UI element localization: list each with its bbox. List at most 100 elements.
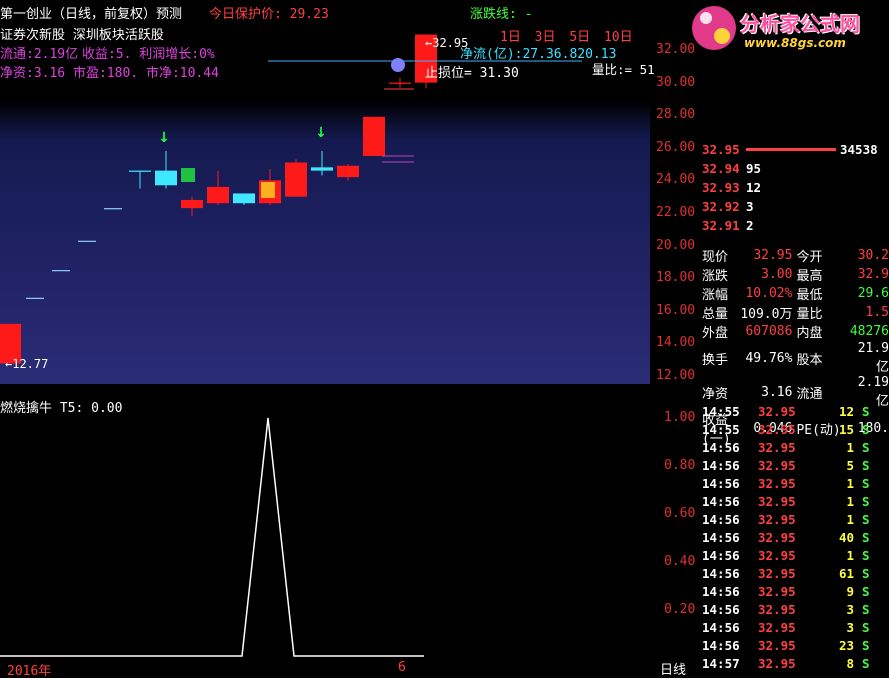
candle[interactable] bbox=[337, 164, 359, 181]
candle[interactable] bbox=[363, 116, 385, 156]
ask-bar bbox=[746, 140, 840, 159]
candle-body bbox=[155, 170, 177, 186]
tick-volume: 9 bbox=[846, 583, 854, 599]
tick-row: 14:56 32.95 61 S bbox=[702, 564, 870, 582]
candle[interactable] bbox=[129, 170, 151, 189]
buy-arrow-icon: ↓ bbox=[158, 130, 170, 146]
tick-time: 14:56 bbox=[702, 547, 740, 563]
volume-ratio: 量比:= 51 bbox=[592, 62, 655, 77]
tick-price: 32.95 bbox=[758, 475, 796, 491]
tick-price: 32.95 bbox=[758, 421, 796, 437]
bid-volume: 2 bbox=[746, 218, 754, 233]
candle-body bbox=[52, 270, 70, 272]
quote-row: 换手 49.76% 股本 21.9亿 bbox=[702, 341, 889, 375]
tick-side: S bbox=[862, 439, 870, 455]
tick-time: 14:56 bbox=[702, 619, 740, 635]
indicator-pane[interactable]: 燃烧擒牛 T5: 0.00 2016年 6 bbox=[0, 384, 650, 678]
quote-value: 607086 bbox=[745, 324, 793, 339]
tick-time: 14:56 bbox=[702, 637, 740, 653]
tick-side: S bbox=[862, 511, 870, 527]
price-tick-label: 18.00 bbox=[656, 270, 696, 286]
tick-time: 14:57 bbox=[702, 655, 740, 671]
quote-value: 49.76% bbox=[745, 350, 793, 366]
candle[interactable] bbox=[285, 159, 307, 197]
indicator-tick-label: 1.00 bbox=[664, 410, 696, 425]
quote-label: 最高 bbox=[796, 269, 823, 284]
tick-volume: 12 bbox=[838, 403, 854, 419]
tick-volume: 23 bbox=[838, 637, 854, 653]
tick-price: 32.95 bbox=[758, 439, 796, 455]
bid-list: 32.94 95 32.93 12 32.92 3 32.91 2 bbox=[702, 159, 763, 235]
protect-label: 今日保护价: bbox=[209, 7, 282, 22]
candle[interactable] bbox=[389, 77, 411, 88]
tick-time: 14:56 bbox=[702, 583, 740, 599]
quote-label: 涨幅 bbox=[702, 288, 729, 303]
tick-time: 14:56 bbox=[702, 565, 740, 581]
price-tick-label: 14.00 bbox=[656, 335, 696, 351]
indicator-tick-label: 0.40 bbox=[664, 554, 696, 569]
quote-row: 总量 109.0万 量比 1.5 bbox=[702, 303, 889, 322]
indicator-value: T5: 0.00 bbox=[59, 401, 123, 416]
year-label: 2016年 bbox=[7, 664, 52, 678]
price-chart-pane[interactable]: ↓ ↓ 第一创业（日线，前复权）预测 今日保护价: 29.23 涨跌线: - 证券… bbox=[0, 0, 655, 384]
quote-value: 1.5 bbox=[865, 305, 889, 320]
tick-side: S bbox=[862, 565, 870, 581]
quote-label: 最低 bbox=[796, 288, 823, 303]
candle-body bbox=[78, 240, 96, 242]
candle[interactable] bbox=[233, 193, 255, 205]
tick-row: 14:56 32.95 1 S bbox=[702, 492, 870, 510]
candle-body bbox=[181, 199, 203, 209]
bid-row: 32.94 95 bbox=[702, 159, 763, 178]
tick-volume: 61 bbox=[838, 565, 854, 581]
tick-row: 14:56 32.95 5 S bbox=[702, 456, 870, 474]
candle[interactable] bbox=[26, 297, 44, 299]
tick-time: 14:55 bbox=[702, 403, 740, 419]
indicator-line bbox=[0, 417, 424, 657]
tick-row: 14:56 32.95 1 S bbox=[702, 438, 870, 456]
bid-volume: 3 bbox=[746, 199, 754, 214]
tick-list[interactable]: 14:55 32.95 12 S 14:55 32.95 15 S 14:56 32… bbox=[702, 402, 870, 672]
quote-value: 29.6 bbox=[857, 286, 889, 301]
tick-time: 14:56 bbox=[702, 511, 740, 527]
tick-time: 14:56 bbox=[702, 601, 740, 617]
tick-volume: 1 bbox=[846, 547, 854, 563]
bid-price: 32.94 bbox=[702, 161, 740, 176]
tick-price: 32.95 bbox=[758, 637, 796, 653]
protect-price: 今日保护价: 29.23 bbox=[209, 3, 329, 22]
quote-label: 量比 bbox=[796, 307, 823, 322]
order-book: 32.95 34538 32.94 95 32.93 12 32.92 3 32.91… bbox=[702, 140, 889, 235]
tick-price: 32.95 bbox=[758, 547, 796, 563]
indicator-chart[interactable] bbox=[0, 384, 650, 678]
fundamental-line-1: 流通:2.19亿 收益:5. 利润增长:0% bbox=[0, 43, 215, 62]
tick-time: 14:56 bbox=[702, 529, 740, 545]
candle-body bbox=[207, 186, 229, 204]
tick-volume: 1 bbox=[846, 439, 854, 455]
net-assets: 净资:3.16 bbox=[0, 66, 66, 81]
candle[interactable] bbox=[311, 151, 333, 176]
candle[interactable] bbox=[181, 196, 203, 217]
tag-sector: 证券次新股 bbox=[0, 28, 66, 43]
tick-price: 32.95 bbox=[758, 529, 796, 545]
tag-region: 深圳板块活跃股 bbox=[72, 28, 164, 43]
quote-panel: 32.95 34538 32.94 95 32.93 12 32.92 3 32.91… bbox=[702, 0, 889, 678]
candle[interactable] bbox=[52, 270, 70, 272]
tick-time: 14:56 bbox=[702, 475, 740, 491]
candle[interactable] bbox=[104, 208, 122, 210]
tick-price: 32.95 bbox=[758, 619, 796, 635]
candle-body bbox=[389, 82, 411, 84]
limit-line: 涨跌线: - bbox=[470, 3, 532, 22]
sector-tags: 证券次新股 深圳板块活跃股 bbox=[0, 24, 164, 43]
tick-row: 14:56 32.95 40 S bbox=[702, 528, 870, 546]
signal-s-icon bbox=[181, 168, 195, 182]
period-tab-daily[interactable]: 日线 bbox=[660, 659, 686, 678]
candle[interactable] bbox=[155, 151, 177, 189]
candle[interactable] bbox=[207, 170, 229, 205]
quote-label: 内盘 bbox=[796, 326, 823, 341]
candle[interactable] bbox=[78, 240, 96, 242]
tick-row: 14:56 32.95 9 S bbox=[702, 582, 870, 600]
indicator-tick-label: 0.20 bbox=[664, 602, 696, 617]
high-price-marker: ←32.95 bbox=[425, 36, 469, 50]
tick-side: S bbox=[862, 655, 870, 671]
tick-row: 14:56 32.95 3 S bbox=[702, 600, 870, 618]
tick-price: 32.95 bbox=[758, 601, 796, 617]
